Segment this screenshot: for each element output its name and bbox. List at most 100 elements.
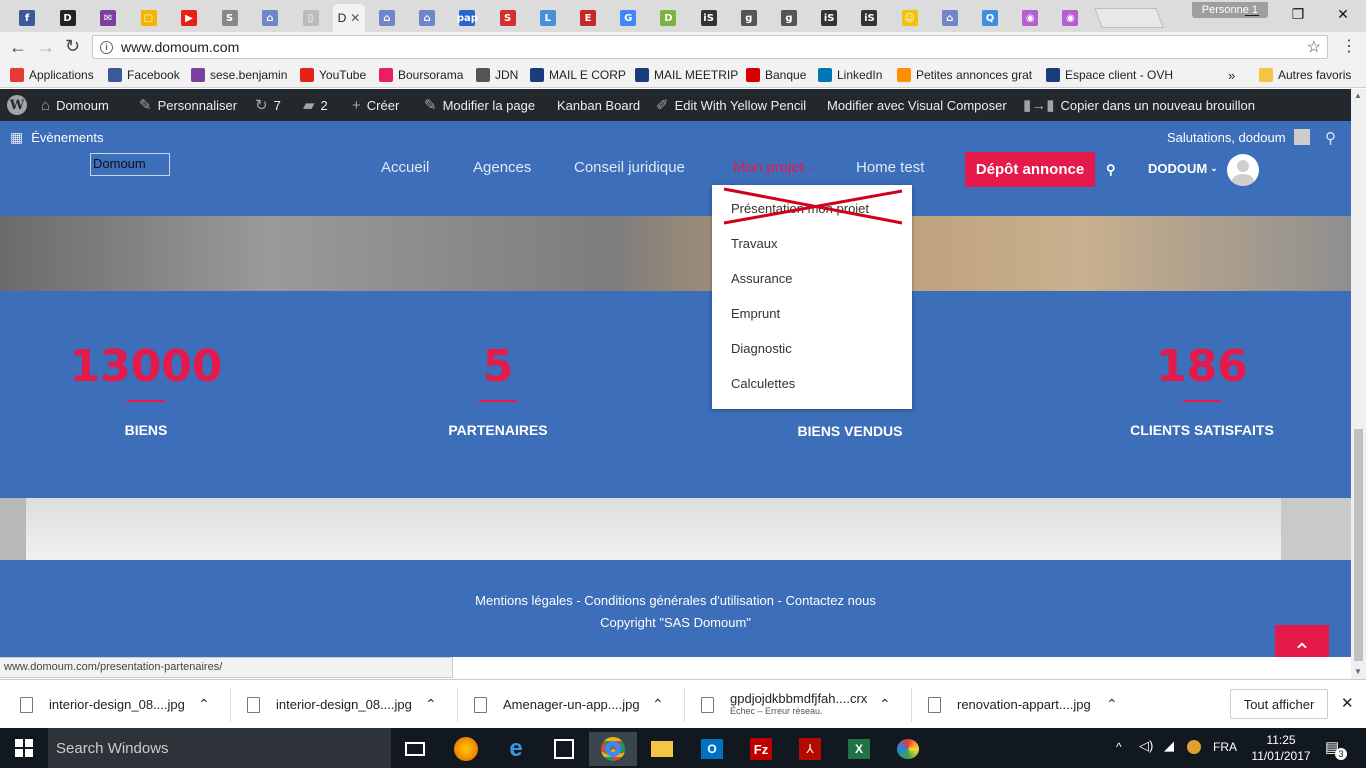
- browser-tab[interactable]: ⌂: [368, 4, 406, 32]
- copy-draft-link[interactable]: ▮→▮ Copier dans un nouveau brouillon: [1023, 89, 1255, 121]
- bookmark-item[interactable]: Banque: [746, 66, 806, 84]
- bookmark-item[interactable]: sese.benjamin: [191, 66, 287, 84]
- bookmark-item[interactable]: LinkedIn: [818, 66, 882, 84]
- nav-agences[interactable]: Agences: [473, 159, 531, 176]
- site-logo[interactable]: Domoum: [90, 153, 170, 176]
- firefox-icon[interactable]: [442, 732, 490, 766]
- browser-tab[interactable]: D: [649, 4, 687, 32]
- bookmark-item[interactable]: MAIL MEETRIP: [635, 66, 738, 84]
- browser-tab[interactable]: ⌂: [408, 4, 446, 32]
- browser-tab[interactable]: ⌂: [931, 4, 969, 32]
- tray-chevron-icon[interactable]: ^: [1116, 740, 1122, 754]
- scroll-top-button[interactable]: ⌃: [1275, 625, 1329, 657]
- tab-active[interactable]: D ✕: [333, 4, 365, 32]
- download-item[interactable]: interior-design_08....jpg ⌃: [247, 680, 437, 729]
- task-view-icon[interactable]: [391, 732, 439, 766]
- other-bookmarks[interactable]: Autres favoris: [1259, 66, 1351, 84]
- depot-annonce-button[interactable]: Dépôt annonce: [965, 152, 1095, 187]
- chevron-up-icon[interactable]: ⌃: [879, 696, 891, 713]
- nav-mon-projet[interactable]: Mon projet ⌄: [733, 159, 814, 176]
- bookmark-item[interactable]: Espace client - OVH: [1046, 66, 1173, 84]
- edge-icon[interactable]: e: [492, 732, 540, 766]
- close-window-icon[interactable]: ✕: [1320, 0, 1366, 28]
- chevron-up-icon[interactable]: ⌃: [652, 696, 664, 713]
- yellow-pencil-link[interactable]: ✐ Edit With Yellow Pencil: [656, 89, 806, 121]
- bookmark-star-icon[interactable]: ☆: [1307, 37, 1321, 57]
- chevron-up-icon[interactable]: ⌃: [425, 696, 437, 713]
- browser-tab[interactable]: ▶: [170, 4, 208, 32]
- browser-tab[interactable]: iS: [690, 4, 728, 32]
- volume-icon[interactable]: ◁): [1139, 738, 1153, 754]
- dropdown-item-emprunt[interactable]: Emprunt: [731, 306, 780, 321]
- dropdown-item-diagnostic[interactable]: Diagnostic: [731, 341, 792, 356]
- customize-link[interactable]: ✎ Personnaliser: [139, 89, 237, 121]
- updates-link[interactable]: ↻ 7: [255, 89, 281, 121]
- filezilla-icon[interactable]: Fz: [737, 732, 785, 766]
- page-scrollbar[interactable]: ▲ ▼: [1351, 89, 1366, 679]
- edit-page-link[interactable]: ✎ Modifier la page: [424, 89, 535, 121]
- paint-icon[interactable]: [884, 732, 932, 766]
- browser-tab[interactable]: f: [8, 4, 46, 32]
- bookmark-item[interactable]: Applications: [10, 66, 94, 84]
- greeting[interactable]: Salutations, dodoum: [1167, 129, 1310, 145]
- comments-link[interactable]: ▰ 2: [303, 89, 328, 121]
- browser-tab[interactable]: iS: [850, 4, 888, 32]
- back-icon[interactable]: ←: [9, 37, 27, 58]
- browser-tab[interactable]: Q: [971, 4, 1009, 32]
- dropdown-item-assurance[interactable]: Assurance: [731, 271, 792, 286]
- reload-icon[interactable]: ↻: [65, 36, 80, 57]
- bookmark-item[interactable]: YouTube: [300, 66, 366, 84]
- file-explorer-icon[interactable]: [638, 732, 686, 766]
- windows-start-icon[interactable]: [0, 731, 48, 765]
- browser-tab[interactable]: S: [489, 4, 527, 32]
- browser-tab[interactable]: ⌂: [251, 4, 289, 32]
- browser-tab[interactable]: E: [569, 4, 607, 32]
- wp-logo-icon[interactable]: W: [7, 89, 27, 121]
- events-link[interactable]: ▦ Évènements: [10, 129, 104, 146]
- browser-tab[interactable]: ◉: [1011, 4, 1049, 32]
- download-item[interactable]: Amenager-un-app....jpg ⌃: [474, 680, 664, 729]
- url-text[interactable]: www.domoum.com: [121, 39, 239, 55]
- search-windows-box[interactable]: Search Windows: [48, 728, 391, 768]
- store-icon[interactable]: [540, 732, 588, 766]
- dropdown-item-calculettes[interactable]: Calculettes: [731, 376, 795, 391]
- browser-tab[interactable]: ▯: [292, 4, 330, 32]
- user-menu[interactable]: DODOUM ⌄: [1148, 161, 1218, 176]
- browser-tab[interactable]: ▢: [130, 4, 168, 32]
- network-icon[interactable]: ◢: [1164, 738, 1174, 754]
- download-item[interactable]: gpdjojdkbbmdfjfah....crx Échec – Erreur r…: [701, 680, 891, 729]
- browser-tab[interactable]: D: [49, 4, 87, 32]
- chevron-up-icon[interactable]: ⌃: [1106, 696, 1118, 713]
- browser-tab[interactable]: iS: [810, 4, 848, 32]
- browser-tab[interactable]: ✉: [89, 4, 127, 32]
- onedrive-icon[interactable]: [1187, 740, 1201, 754]
- excel-icon[interactable]: X: [835, 732, 883, 766]
- address-bar[interactable]: i www.domoum.com ☆: [92, 35, 1328, 59]
- chevron-up-icon[interactable]: ⌃: [198, 696, 210, 713]
- bookmark-item[interactable]: Facebook: [108, 66, 180, 84]
- bookmark-item[interactable]: JDN: [476, 66, 518, 84]
- nav-conseil-juridique[interactable]: Conseil juridique: [574, 159, 685, 176]
- menu-icon[interactable]: ⋮: [1341, 36, 1357, 56]
- avatar[interactable]: [1227, 154, 1259, 186]
- bookmark-item[interactable]: Boursorama: [379, 66, 463, 84]
- bookmark-item[interactable]: Petites annonces grat: [897, 66, 1032, 84]
- maximize-icon[interactable]: ❐: [1275, 0, 1321, 28]
- nav-home-test[interactable]: Home test: [856, 159, 924, 176]
- info-icon[interactable]: i: [100, 40, 113, 54]
- browser-tab[interactable]: L: [529, 4, 567, 32]
- chrome-icon[interactable]: [589, 732, 637, 766]
- close-downloads-icon[interactable]: ✕: [1341, 694, 1354, 712]
- browser-tab[interactable]: ◉: [1051, 4, 1089, 32]
- acrobat-icon[interactable]: ⅄: [786, 732, 834, 766]
- admin-site-name[interactable]: ⌂ Domoum: [41, 89, 109, 121]
- search-icon[interactable]: ⚲: [1325, 129, 1336, 147]
- browser-tab[interactable]: pap: [448, 4, 486, 32]
- browser-tab[interactable]: g: [730, 4, 768, 32]
- download-item[interactable]: renovation-appart....jpg ⌃: [928, 680, 1118, 729]
- clock[interactable]: 11:25 11/01/2017: [1250, 732, 1312, 764]
- browser-tab[interactable]: S: [211, 4, 249, 32]
- kanban-link[interactable]: Kanban Board: [557, 89, 640, 121]
- new-content-link[interactable]: + Créer: [352, 89, 399, 121]
- outlook-icon[interactable]: O: [688, 732, 736, 766]
